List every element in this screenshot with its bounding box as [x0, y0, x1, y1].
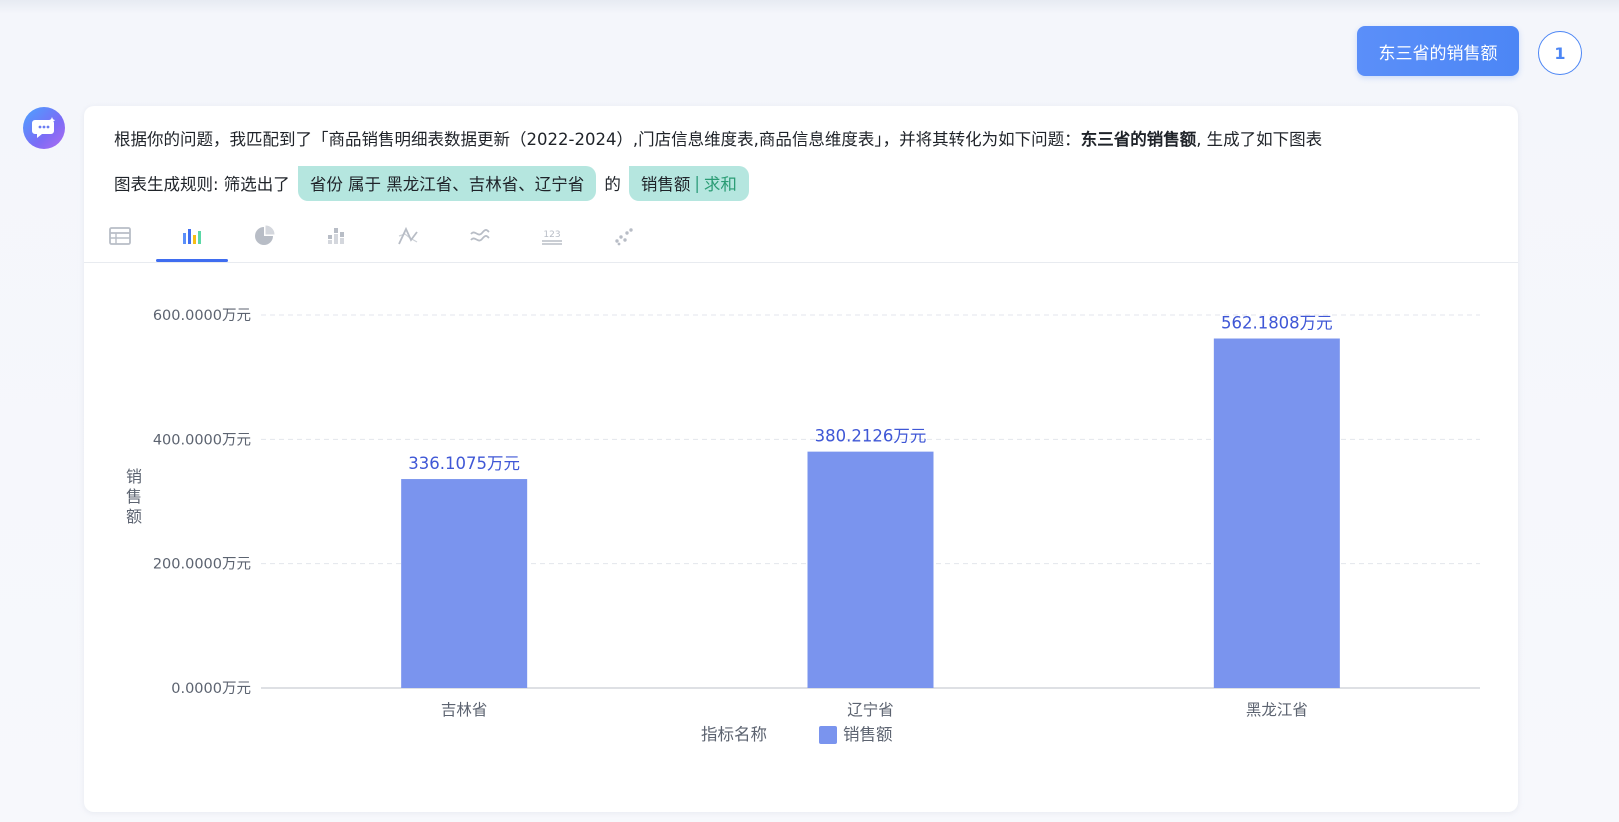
y-tick-label: 200.0000万元 — [153, 557, 251, 573]
y-tick-label: 600.0000万元 — [153, 308, 251, 324]
data-label: 562.1808万元 — [1221, 314, 1333, 333]
chat-bot-icon — [32, 117, 56, 138]
legend-swatch — [819, 726, 837, 744]
bar — [1213, 338, 1340, 688]
data-label: 336.1075万元 — [408, 454, 520, 473]
data-label: 380.2126万元 — [815, 427, 927, 446]
user-question-bubble: 东三省的销售额 — [1357, 26, 1519, 76]
y-axis-label: 销售额 — [126, 467, 142, 526]
legend-title: 指标名称 — [701, 725, 767, 744]
y-tick-label: 0.0000万元 — [171, 681, 251, 697]
bar — [807, 451, 934, 688]
y-axis-label-char: 售 — [126, 487, 142, 506]
top-fade — [0, 0, 1619, 14]
answer-card: 根据你的问题，我匹配到了「商品销售明细表数据更新（2022-2024）,门店信息… — [84, 106, 1518, 812]
x-tick-label: 黑龙江省 — [1246, 701, 1308, 719]
x-tick-label: 吉林省 — [441, 701, 488, 719]
assistant-avatar — [23, 107, 65, 149]
bar-chart: 0.0000万元 200.0000万元 400.0000万元 600.0000万元销售… — [126, 308, 1480, 744]
x-tick-label: 辽宁省 — [847, 701, 894, 719]
y-tick-label: 400.0000万元 — [153, 432, 251, 448]
y-axis-label-char: 额 — [126, 507, 142, 526]
y-axis-label-char: 销 — [126, 467, 142, 486]
legend-series-name: 销售额 — [843, 725, 893, 744]
user-avatar[interactable]: 1 — [1538, 31, 1582, 75]
bar — [401, 479, 528, 688]
